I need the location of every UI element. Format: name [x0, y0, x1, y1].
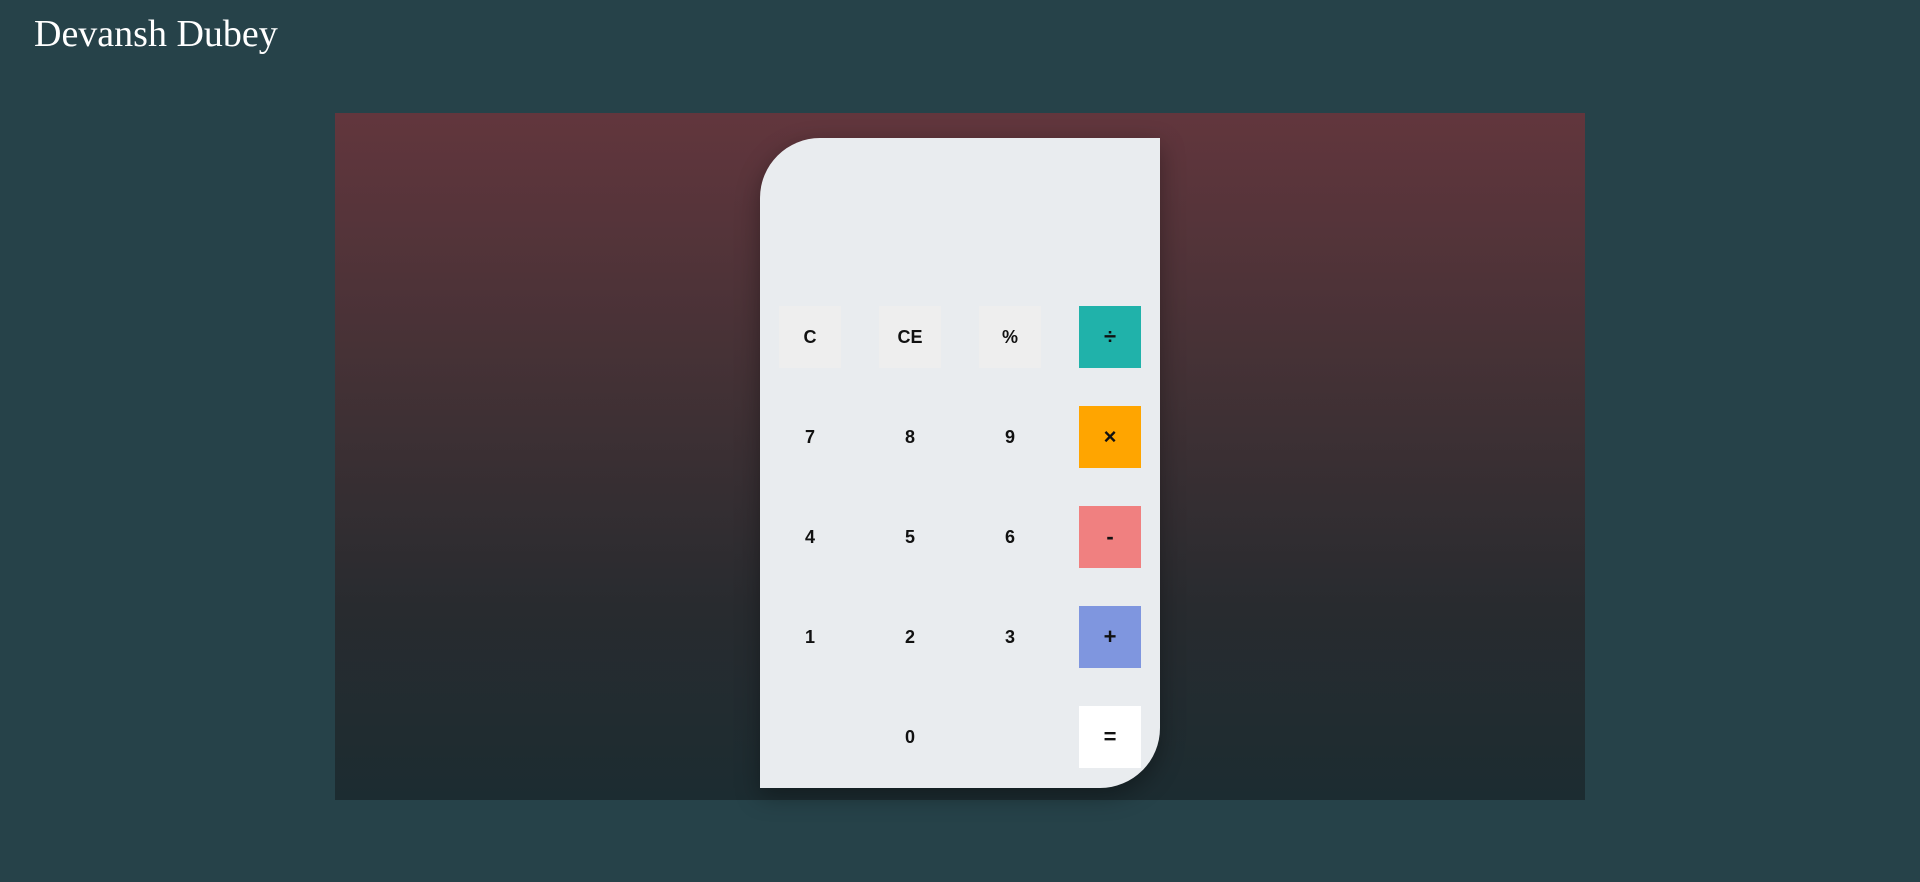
clear-button[interactable]: C [779, 306, 841, 368]
clear-entry-button[interactable]: CE [879, 306, 941, 368]
calculator: C CE % ÷ 7 8 9 × 4 5 6 - 1 2 3 + 0 = [760, 138, 1160, 788]
page-title: Devansh Dubey [34, 13, 278, 55]
equals-button[interactable]: = [1079, 706, 1141, 768]
digit-9-button[interactable]: 9 [979, 406, 1041, 468]
digit-0-button[interactable]: 0 [879, 706, 941, 768]
digit-5-button[interactable]: 5 [879, 506, 941, 568]
digit-3-button[interactable]: 3 [979, 606, 1041, 668]
digit-6-button[interactable]: 6 [979, 506, 1041, 568]
multiply-button[interactable]: × [1079, 406, 1141, 468]
divide-button[interactable]: ÷ [1079, 306, 1141, 368]
digit-2-button[interactable]: 2 [879, 606, 941, 668]
subtract-button[interactable]: - [1079, 506, 1141, 568]
digit-7-button[interactable]: 7 [779, 406, 841, 468]
calculator-display [780, 148, 1140, 288]
digit-4-button[interactable]: 4 [779, 506, 841, 568]
add-button[interactable]: + [1079, 606, 1141, 668]
digit-8-button[interactable]: 8 [879, 406, 941, 468]
percent-button[interactable]: % [979, 306, 1041, 368]
digit-1-button[interactable]: 1 [779, 606, 841, 668]
calculator-backdrop: C CE % ÷ 7 8 9 × 4 5 6 - 1 2 3 + 0 = [335, 113, 1585, 800]
